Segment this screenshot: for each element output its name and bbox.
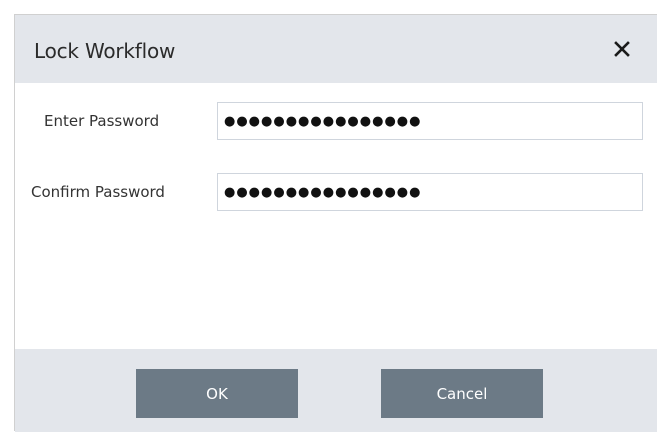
enter-password-field[interactable] xyxy=(217,102,643,140)
close-button[interactable] xyxy=(608,35,636,63)
enter-password-label: Enter Password xyxy=(44,112,160,130)
ok-button[interactable]: OK xyxy=(136,369,298,418)
dialog-titlebar: Lock Workflow xyxy=(15,15,657,83)
dialog-footer: OK Cancel xyxy=(15,349,657,432)
close-icon xyxy=(608,35,636,63)
dialog-title: Lock Workflow xyxy=(34,39,176,63)
cancel-button[interactable]: Cancel xyxy=(381,369,543,418)
confirm-password-label: Confirm Password xyxy=(31,183,165,201)
confirm-password-field[interactable] xyxy=(217,173,643,211)
lock-workflow-dialog: Lock Workflow Enter Password Confirm Pas… xyxy=(14,14,657,432)
